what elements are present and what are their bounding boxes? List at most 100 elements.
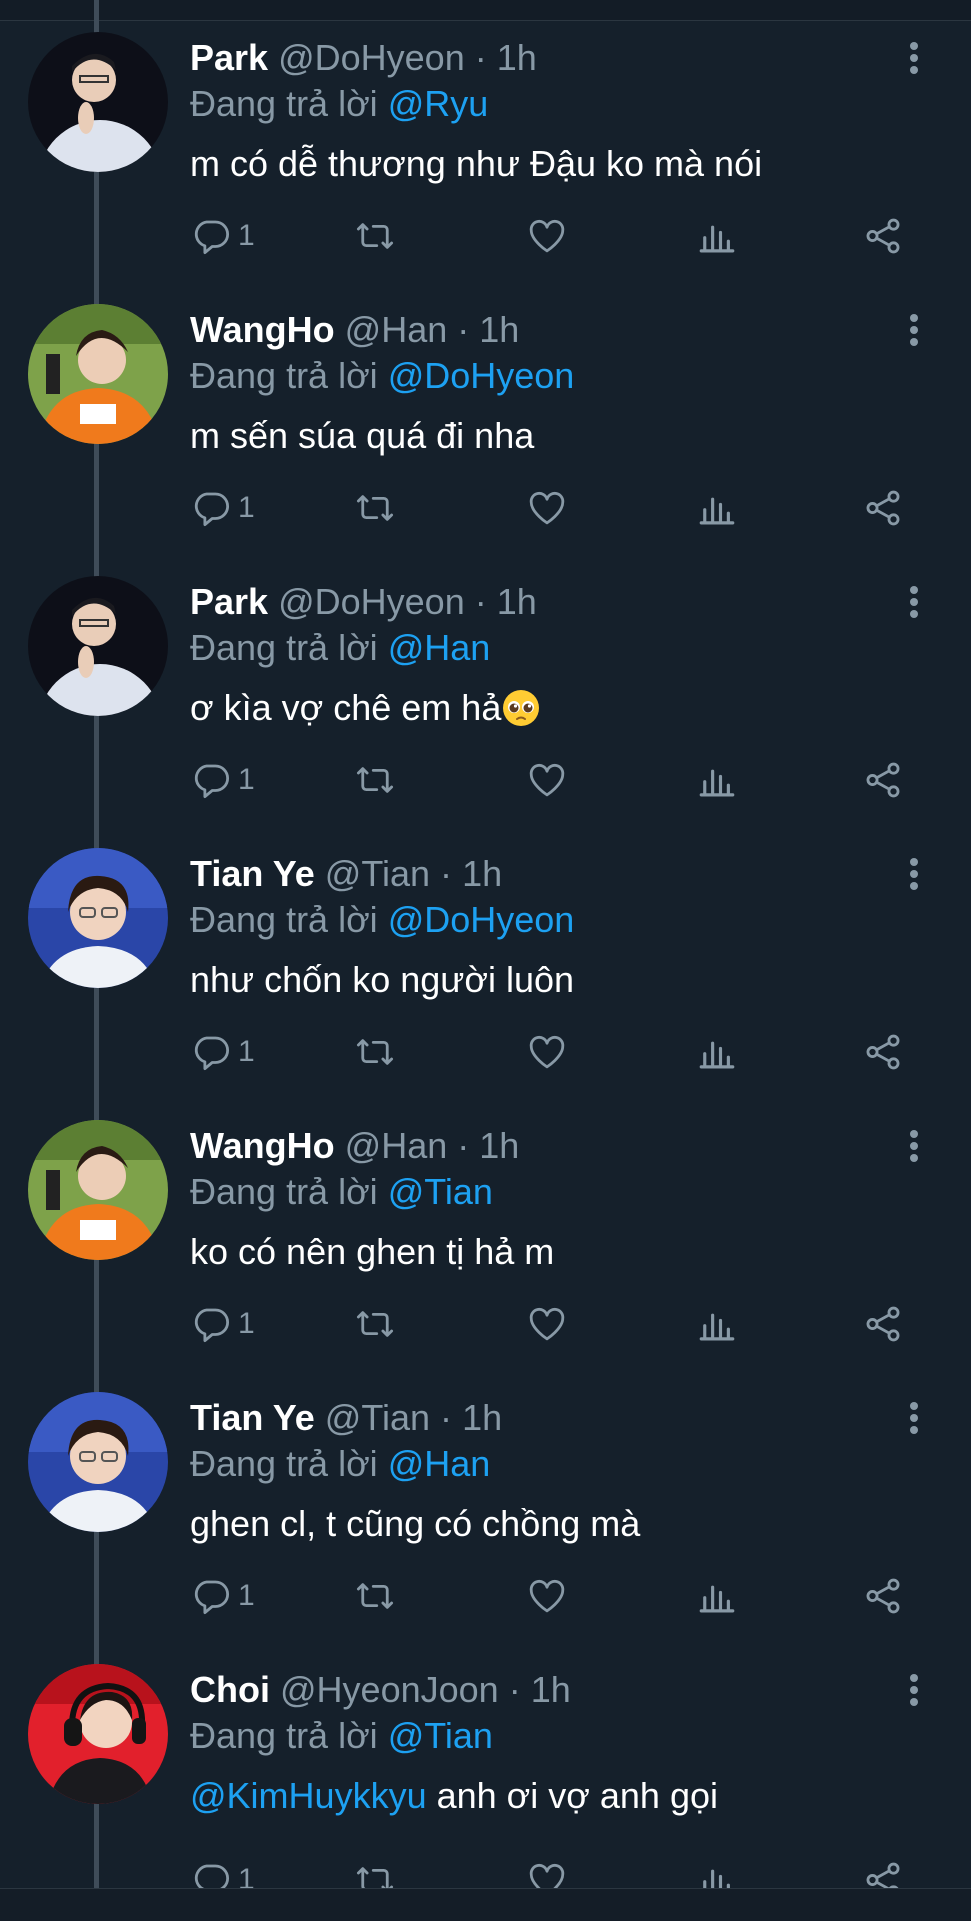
tweet-text: như chốn ko người luôn	[190, 959, 575, 1000]
timestamp[interactable]: 1h	[531, 1669, 571, 1710]
tweet-header: Park @DoHyeon · 1h	[190, 36, 537, 80]
user-handle[interactable]: @DoHyeon	[278, 581, 465, 622]
more-vertical-icon	[910, 42, 918, 74]
analytics-icon	[699, 1585, 735, 1613]
replying-to-mention[interactable]: @Han	[388, 627, 491, 668]
tweet-item[interactable]: WangHo @Han · 1h Đang trả lời @DoHyeon m…	[0, 304, 971, 576]
display-name[interactable]: Choi	[190, 1669, 270, 1710]
separator-dot: ·	[457, 1125, 470, 1166]
share-icon	[866, 490, 900, 526]
like-button[interactable]	[526, 1028, 568, 1076]
more-button[interactable]	[898, 582, 930, 622]
replying-to-mention[interactable]: @DoHyeon	[388, 355, 575, 396]
tweet-item[interactable]: Tian Ye @Tian · 1h Đang trả lời @Han ghe…	[0, 1392, 971, 1664]
retweet-button[interactable]	[354, 212, 396, 260]
display-name[interactable]: Tian Ye	[190, 853, 315, 894]
heart-icon	[529, 1579, 565, 1613]
display-name[interactable]: Park	[190, 37, 268, 78]
more-button[interactable]	[898, 1126, 930, 1166]
like-button[interactable]	[526, 484, 568, 532]
more-button[interactable]	[898, 38, 930, 78]
replying-to-mention[interactable]: @Tian	[388, 1171, 493, 1212]
separator-dot: ·	[508, 1669, 521, 1710]
user-handle[interactable]: @Han	[345, 309, 448, 350]
reply-button[interactable]: 1	[190, 1300, 255, 1348]
more-vertical-icon	[910, 1674, 918, 1706]
share-button[interactable]	[862, 1572, 904, 1620]
retweet-button[interactable]	[354, 756, 396, 804]
tweet-item[interactable]: Tian Ye @Tian · 1h Đang trả lời @DoHyeon…	[0, 848, 971, 1120]
share-icon	[866, 1578, 900, 1614]
user-handle[interactable]: @Tian	[325, 1397, 430, 1438]
analytics-button[interactable]	[696, 1856, 738, 1888]
timestamp[interactable]: 1h	[497, 37, 537, 78]
replying-to-mention[interactable]: @Han	[388, 1443, 491, 1484]
avatar[interactable]	[28, 304, 168, 444]
timestamp[interactable]: 1h	[479, 1125, 519, 1166]
replying-to: Đang trả lời @Tian	[190, 1170, 493, 1214]
tweet-mention[interactable]: @KimHuykkyu	[190, 1775, 427, 1816]
reply-button[interactable]: 1	[190, 212, 255, 260]
share-button[interactable]	[862, 212, 904, 260]
replying-to: Đang trả lời @Tian	[190, 1714, 493, 1758]
tweet-item[interactable]: Choi @HyeonJoon · 1h Đang trả lời @Tian …	[0, 1664, 971, 1888]
share-button[interactable]	[862, 484, 904, 532]
reply-button[interactable]: 1	[190, 756, 255, 804]
share-button[interactable]	[862, 1028, 904, 1076]
display-name[interactable]: WangHo	[190, 1125, 335, 1166]
analytics-button[interactable]	[696, 212, 738, 260]
timestamp[interactable]: 1h	[462, 853, 502, 894]
more-button[interactable]	[898, 1398, 930, 1438]
timestamp[interactable]: 1h	[462, 1397, 502, 1438]
user-handle[interactable]: @DoHyeon	[278, 37, 465, 78]
analytics-button[interactable]	[696, 756, 738, 804]
like-button[interactable]	[526, 1856, 568, 1888]
like-button[interactable]	[526, 1572, 568, 1620]
replying-to-mention[interactable]: @Ryu	[388, 83, 489, 124]
reply-button[interactable]: 1	[190, 1028, 255, 1076]
display-name[interactable]: Park	[190, 581, 268, 622]
like-button[interactable]	[526, 212, 568, 260]
tweet-text-content: anh ơi vợ anh gọi	[436, 1775, 718, 1816]
analytics-button[interactable]	[696, 1572, 738, 1620]
reply-button[interactable]: 1	[190, 1856, 255, 1888]
replying-to-mention[interactable]: @Tian	[388, 1715, 493, 1756]
more-button[interactable]	[898, 310, 930, 350]
tweet-item[interactable]: WangHo @Han · 1h Đang trả lời @Tian ko c…	[0, 1120, 971, 1392]
user-handle[interactable]: @Han	[345, 1125, 448, 1166]
tweet-item[interactable]: Park @DoHyeon · 1h Đang trả lời @Han ơ k…	[0, 576, 971, 848]
share-button[interactable]	[862, 1300, 904, 1348]
tweet-item[interactable]: Park @DoHyeon · 1h Đang trả lời @Ryu m c…	[0, 32, 971, 304]
retweet-button[interactable]	[354, 1572, 396, 1620]
like-button[interactable]	[526, 1300, 568, 1348]
retweet-button[interactable]	[354, 1028, 396, 1076]
more-button[interactable]	[898, 854, 930, 894]
reply-button[interactable]: 1	[190, 484, 255, 532]
retweet-button[interactable]	[354, 1856, 396, 1888]
avatar[interactable]	[28, 576, 168, 716]
pleading-face-emoji	[503, 690, 540, 726]
avatar[interactable]	[28, 32, 168, 172]
like-button[interactable]	[526, 756, 568, 804]
analytics-button[interactable]	[696, 1300, 738, 1348]
user-handle[interactable]: @Tian	[325, 853, 430, 894]
display-name[interactable]: WangHo	[190, 309, 335, 350]
retweet-button[interactable]	[354, 484, 396, 532]
display-name[interactable]: Tian Ye	[190, 1397, 315, 1438]
avatar[interactable]	[28, 1120, 168, 1260]
retweet-button[interactable]	[354, 1300, 396, 1348]
reply-button[interactable]: 1	[190, 1572, 255, 1620]
avatar[interactable]	[28, 848, 168, 988]
replying-to-mention[interactable]: @DoHyeon	[388, 899, 575, 940]
share-button[interactable]	[862, 756, 904, 804]
avatar[interactable]	[28, 1392, 168, 1532]
analytics-button[interactable]	[696, 484, 738, 532]
user-handle[interactable]: @HyeonJoon	[280, 1669, 499, 1710]
share-button[interactable]	[862, 1856, 904, 1888]
timestamp[interactable]: 1h	[497, 581, 537, 622]
more-button[interactable]	[898, 1670, 930, 1710]
heart-icon	[529, 219, 565, 253]
analytics-button[interactable]	[696, 1028, 738, 1076]
timestamp[interactable]: 1h	[479, 309, 519, 350]
avatar[interactable]	[28, 1664, 168, 1804]
